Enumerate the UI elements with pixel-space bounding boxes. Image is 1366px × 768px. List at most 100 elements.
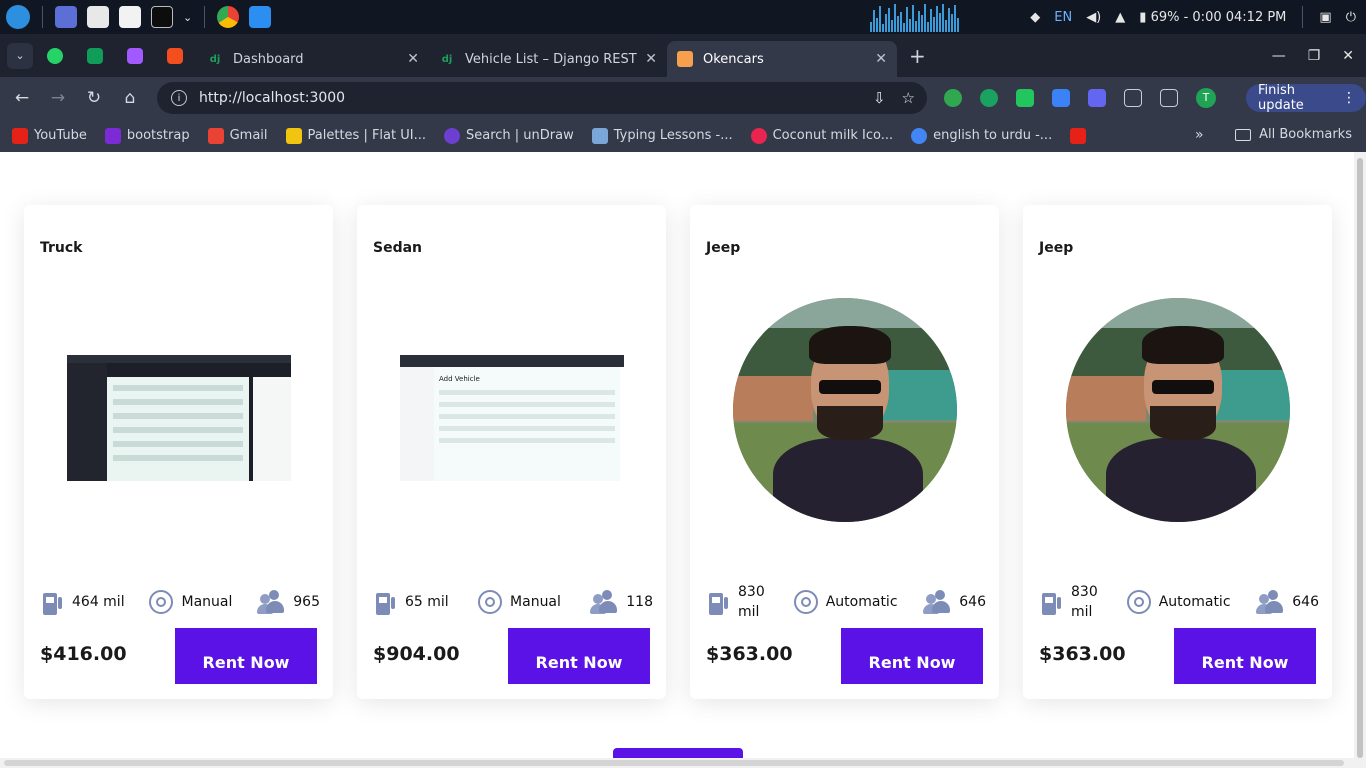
divider — [42, 6, 43, 28]
youtube-icon — [12, 127, 28, 144]
flatui-icon — [285, 127, 302, 144]
vehicle-image — [67, 355, 291, 481]
bookmark-coconut[interactable]: Coconut milk Ico... — [750, 127, 893, 144]
django-icon: dj — [441, 53, 453, 65]
transmission-value: Manual — [510, 594, 561, 610]
bookmark-flatui[interactable]: Palettes | Flat UI... — [285, 127, 426, 144]
app-launcher-icon[interactable] — [6, 5, 30, 29]
close-window-icon[interactable]: ✕ — [1342, 48, 1354, 64]
wifi-icon[interactable]: ◆ — [1030, 10, 1040, 25]
chevron-down-icon[interactable]: ⌄ — [183, 11, 192, 24]
pinned-tab-figma-2[interactable] — [167, 47, 183, 64]
scrollbar-thumb[interactable] — [4, 760, 1344, 766]
address-bar[interactable]: i http://localhost:3000 ⇩ ☆ — [157, 82, 927, 114]
extensions-puzzle-icon[interactable] — [1124, 89, 1142, 107]
tab-vehicle-list[interactable]: dj Vehicle List – Django REST fr ✕ — [429, 41, 667, 77]
transmission-value: Automatic — [1158, 594, 1231, 610]
tab-dashboard[interactable]: dj Dashboard ✕ — [197, 41, 429, 77]
vertical-scrollbar[interactable] — [1354, 152, 1366, 768]
page-content: Truck 464 mil Manual 965 $416.00 Rent No… — [0, 152, 1354, 768]
chrome-icon[interactable] — [217, 6, 240, 28]
bookmark-label: Typing Lessons -... — [613, 128, 733, 143]
side-panel-icon[interactable] — [1160, 89, 1178, 107]
mileage-value: 464 mil — [72, 594, 125, 610]
bookmark-translate[interactable]: english to urdu -... — [911, 127, 1053, 144]
minimize-icon[interactable]: — — [1272, 48, 1286, 64]
scrollbar-thumb[interactable] — [1357, 158, 1363, 758]
text-editor-icon[interactable] — [119, 6, 141, 28]
pinned-tab-figma-1[interactable] — [127, 47, 143, 64]
kebab-menu-icon[interactable]: ⋮ — [1342, 90, 1356, 106]
notification-bell-icon[interactable]: ▲ — [1115, 10, 1125, 25]
reload-icon[interactable]: ↻ — [80, 88, 108, 108]
site-info-icon[interactable]: i — [171, 90, 187, 106]
terminal-icon[interactable] — [151, 6, 173, 28]
url-text: http://localhost:3000 — [199, 90, 346, 106]
file-manager-icon[interactable] — [87, 6, 109, 28]
bootstrap-icon — [104, 127, 121, 144]
folder-icon — [1235, 128, 1252, 141]
vscode-icon[interactable] — [249, 6, 272, 28]
extension-add-icon[interactable] — [944, 89, 962, 107]
fuel-pump-icon — [40, 589, 64, 615]
typing-icon — [591, 127, 608, 144]
bookmark-youtube-2[interactable] — [1070, 127, 1092, 144]
forward-arrow-icon[interactable]: → — [44, 88, 72, 108]
vehicle-name: Jeep — [1039, 240, 1074, 256]
install-app-icon[interactable]: ⇩ — [873, 89, 886, 107]
bookmark-label: english to urdu -... — [933, 128, 1053, 143]
workspace-icon[interactable] — [55, 6, 77, 28]
extension-ft-icon[interactable] — [1052, 89, 1070, 107]
finish-update-button[interactable]: Finish update ⋮ — [1246, 83, 1366, 113]
rent-now-button[interactable]: Rent Now — [841, 628, 983, 684]
battery-icon: ▮ — [1139, 9, 1147, 25]
pinned-tab-sheets[interactable] — [87, 47, 103, 64]
extensions-area: T — [944, 77, 1216, 119]
vehicle-card: Truck 464 mil Manual 965 $416.00 Rent No… — [24, 205, 333, 699]
extension-shield-icon[interactable] — [1016, 89, 1034, 107]
rent-now-button[interactable]: Rent Now — [175, 628, 317, 684]
extension-record-icon[interactable] — [1088, 89, 1106, 107]
bookmark-youtube[interactable]: YouTube — [12, 127, 87, 144]
close-icon[interactable]: ✕ — [645, 51, 657, 67]
close-icon[interactable]: ✕ — [407, 51, 419, 67]
steering-wheel-icon — [149, 590, 174, 614]
new-tab-icon[interactable]: + — [909, 44, 926, 68]
bookmark-gmail[interactable]: Gmail — [207, 127, 268, 144]
bookmark-bootstrap[interactable]: bootstrap — [104, 127, 190, 144]
extension-eye-icon[interactable] — [980, 89, 998, 107]
vehicle-specs: 830 mil Automatic 646 — [1039, 584, 1319, 620]
language-indicator[interactable]: EN — [1054, 10, 1072, 25]
back-arrow-icon[interactable]: ← — [8, 88, 36, 108]
vehicle-image — [1066, 298, 1290, 522]
vehicle-name: Truck — [40, 240, 83, 256]
tab-okencars[interactable]: Okencars ✕ — [667, 41, 897, 77]
gmail-icon — [207, 127, 224, 144]
all-bookmarks[interactable]: All Bookmarks — [1235, 127, 1352, 142]
tab-search-icon[interactable]: ⌄ — [7, 42, 33, 69]
power-icon[interactable]: ⏻ — [1346, 10, 1356, 25]
pinned-tab-whatsapp[interactable] — [47, 47, 63, 64]
lock-icon[interactable]: ▣ — [1319, 10, 1331, 25]
profile-avatar[interactable]: T — [1196, 88, 1216, 108]
vehicle-specs: 830 mil Automatic 646 — [706, 584, 986, 620]
battery-status[interactable]: ▮ 69% - 0:00 04:12 PM — [1139, 10, 1286, 25]
home-icon[interactable]: ⌂ — [116, 88, 144, 108]
youtube-icon — [1070, 127, 1087, 144]
rent-now-button[interactable]: Rent Now — [508, 628, 650, 684]
vehicle-card: Jeep 830 mil Automatic 646 $363.00 Rent … — [690, 205, 999, 699]
vehicle-name: Sedan — [373, 240, 423, 256]
rent-now-button[interactable]: Rent Now — [1174, 628, 1316, 684]
more-bookmarks-icon[interactable]: » — [1195, 127, 1204, 143]
bookmark-label: bootstrap — [126, 128, 190, 143]
bookmark-undraw[interactable]: Search | unDraw — [444, 127, 574, 144]
bookmark-typing[interactable]: Typing Lessons -... — [591, 127, 733, 144]
close-icon[interactable]: ✕ — [875, 51, 887, 67]
os-taskbar: ⌄ ◆ EN ◀) ▲ ▮ 69% - 0:00 04:12 PM ▣ ⏻ — [0, 0, 1366, 34]
bookmark-label: Gmail — [229, 128, 268, 143]
bookmark-star-icon[interactable]: ☆ — [902, 89, 915, 107]
django-icon: dj — [209, 53, 221, 65]
horizontal-scrollbar[interactable] — [0, 758, 1354, 768]
volume-icon[interactable]: ◀) — [1086, 10, 1101, 25]
restore-icon[interactable]: ❐ — [1308, 48, 1321, 64]
